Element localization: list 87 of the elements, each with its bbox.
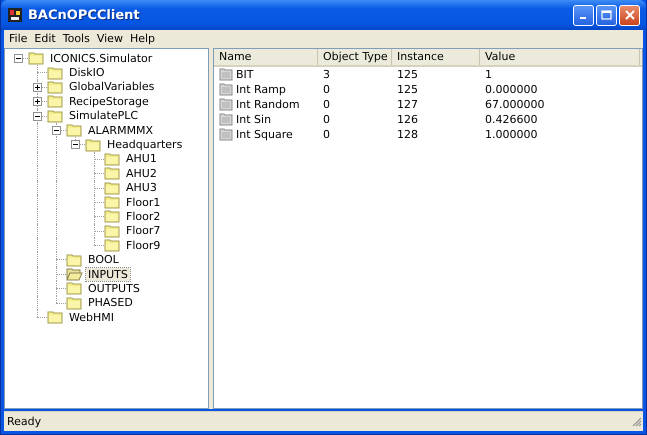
tree-item[interactable]: SimulatePLC [67,109,140,122]
window-title: BACnOPCClient [28,8,140,22]
item-icon [219,83,233,96]
menu-item[interactable]: File [6,32,32,44]
tree-item[interactable]: Floor2 [124,210,162,223]
table-cell: 0.426600 [485,113,538,126]
tree-item[interactable]: Headquarters [105,138,184,152]
tree-item[interactable]: OUTPUTS [86,282,142,295]
tree-item[interactable]: AHU3 [124,181,159,194]
expander-icon[interactable] [33,82,42,92]
resize-grip-icon[interactable] [631,416,642,427]
menu-item[interactable]: Tools [60,32,94,44]
minimize-button[interactable] [573,4,594,26]
folder-icon [104,238,121,252]
tree-item[interactable]: WebHMI [67,310,116,324]
folder-icon [104,166,121,180]
folder-icon [104,224,121,238]
column-header[interactable]: Object Type [318,49,392,65]
maximize-icon [601,10,612,20]
table-cell: 127 [397,98,418,111]
table-cell: 1 [485,68,492,81]
table-cell: Int Sin [236,113,272,126]
tree-item[interactable]: AHU1 [124,152,159,166]
expander-icon[interactable] [52,126,61,135]
menu-item[interactable]: View [94,32,127,44]
item-icon [219,68,233,81]
app-icon [7,7,23,23]
minimize-icon [580,17,586,19]
status-text: Ready [7,415,42,428]
tree-item[interactable]: RecipeStorage [67,94,151,108]
item-icon [219,113,233,126]
folder-icon [28,51,45,66]
expander-icon[interactable] [33,112,42,121]
folder-icon [66,252,83,267]
table-cell: 125 [397,68,418,81]
close-button[interactable] [619,4,640,26]
folder-icon [47,310,64,324]
column-header[interactable]: Value [480,49,640,65]
expander-icon[interactable] [14,54,23,63]
folder-icon [47,94,64,108]
column-header[interactable]: Instance [392,49,480,65]
table-cell: 126 [397,113,418,126]
folder-icon [104,209,121,224]
expander-icon[interactable] [71,140,80,150]
table-cell: 0 [323,98,330,111]
tree-item[interactable]: ICONICS.Simulator [48,52,154,65]
tree-item[interactable]: PHASED [86,296,135,310]
folder-icon [104,195,121,210]
folder-icon [104,180,121,195]
tree-item[interactable]: Floor7 [124,224,162,238]
table-cell: 125 [397,83,418,96]
menu-item[interactable]: Edit [31,32,60,44]
folder-icon [85,138,102,152]
close-icon [624,10,634,20]
folder-icon [104,152,121,166]
table-cell: Int Ramp [236,83,286,96]
maximize-button[interactable] [596,4,617,26]
tree-item[interactable]: Floor9 [124,238,162,252]
item-icon [219,98,233,111]
table-cell: Int Square [236,128,293,141]
tree-item[interactable]: Floor1 [124,196,162,209]
table-cell: 128 [397,128,418,141]
table-cell: 67.000000 [485,98,544,111]
table-cell: 0 [323,128,330,141]
table-cell: 3 [323,68,330,81]
tree-item[interactable]: DiskIO [67,66,107,80]
tree-item[interactable]: ALARMMMX [86,124,156,137]
folder-icon [47,80,64,94]
table-cell: BIT [236,68,254,81]
table-cell: Int Random [236,98,300,111]
folder-icon [66,123,83,138]
folder-icon [66,281,83,296]
tree-item[interactable]: BOOL [86,253,121,266]
menu-item[interactable]: Help [126,32,160,44]
tree-item[interactable]: AHU2 [124,166,159,180]
table-cell: 0.000000 [485,83,538,96]
table-cell: 1.000000 [485,128,538,141]
tree-item[interactable]: INPUTS [86,268,130,281]
column-header[interactable]: Name [214,49,318,65]
item-icon [219,128,233,141]
folder-icon [66,296,83,310]
folder-icon [47,66,64,80]
table-cell: 0 [323,83,330,96]
tree-item[interactable]: GlobalVariables [67,80,156,94]
table-cell: 0 [323,113,330,126]
folder-icon [47,108,64,123]
expander-icon[interactable] [33,97,42,106]
